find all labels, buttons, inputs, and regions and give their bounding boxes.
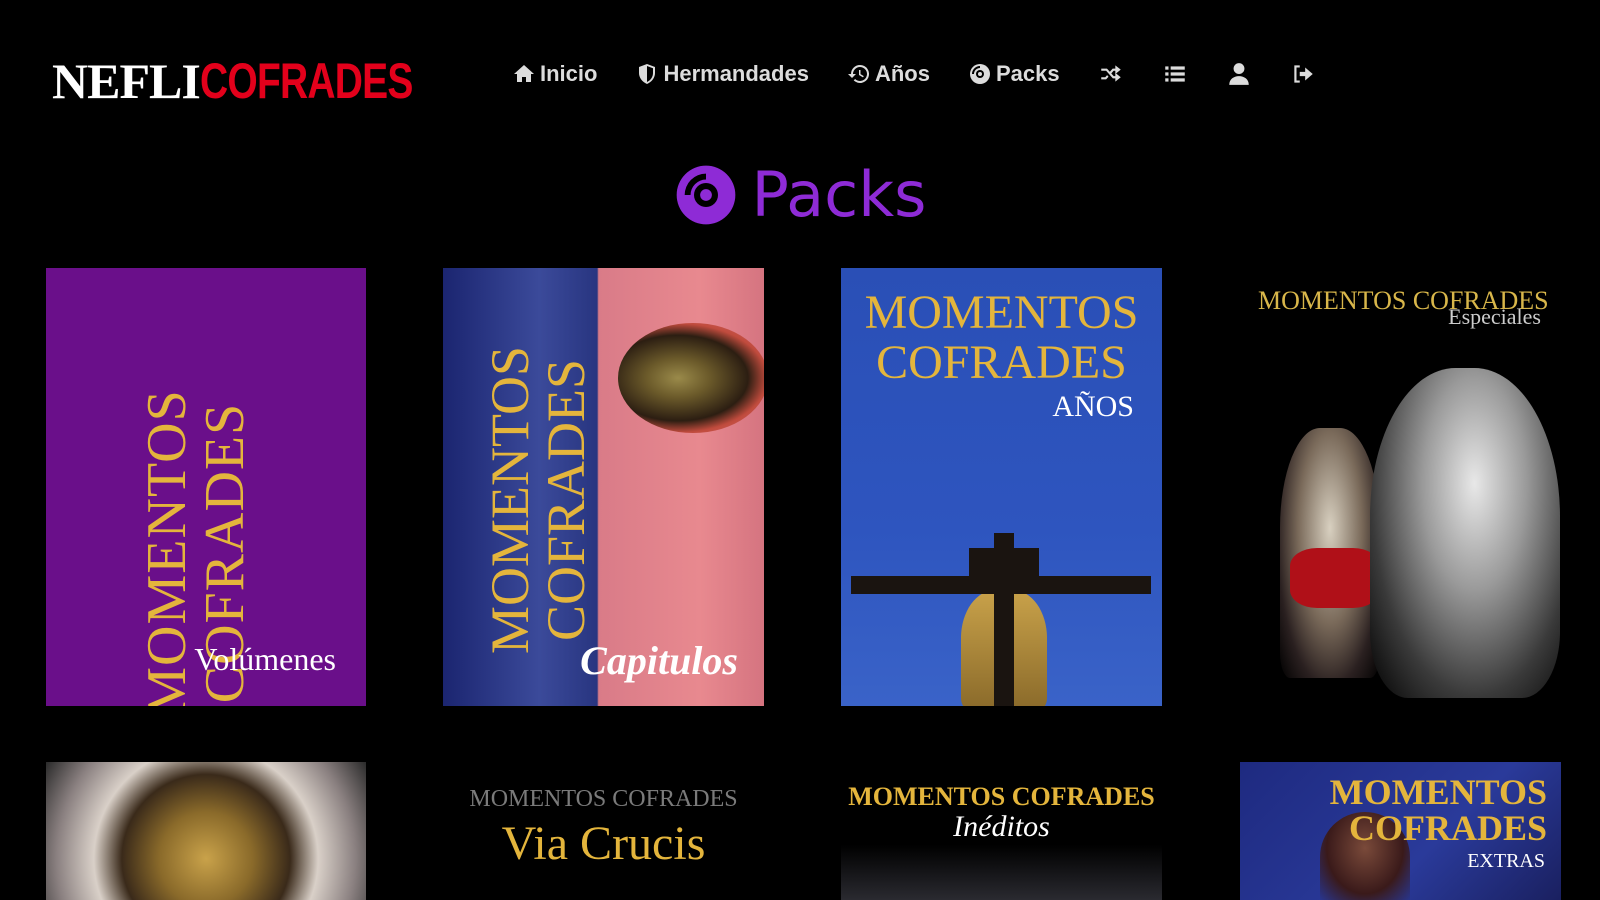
pack-card-title: MOMENTOS COFRADES bbox=[480, 345, 596, 655]
logout-icon bbox=[1293, 65, 1313, 83]
pack-card-title: MOMENTOS COFRADES bbox=[848, 782, 1155, 811]
list-button[interactable] bbox=[1162, 56, 1188, 92]
pack-card-anos[interactable]: MOMENTOS COFRADES AÑOS bbox=[841, 268, 1162, 706]
nav-item-packs[interactable]: Packs bbox=[968, 56, 1060, 92]
pack-card-capitulos[interactable]: MOMENTOS COFRADES Capitulos bbox=[443, 268, 764, 706]
nav-item-label: Hermandades bbox=[663, 61, 809, 86]
page-title: Packs bbox=[0, 158, 1600, 231]
shuffle-icon bbox=[1100, 65, 1121, 82]
user-button[interactable] bbox=[1226, 56, 1252, 92]
disc-icon bbox=[969, 64, 990, 84]
pack-card-especiales[interactable]: MOMENTOS COFRADES Especiales bbox=[1240, 268, 1561, 706]
pack-card-extras[interactable]: MOMENTOS COFRADES EXTRAS bbox=[1240, 762, 1561, 900]
brand-logo-part2: COFRADES bbox=[199, 53, 413, 109]
face-image bbox=[1370, 368, 1560, 698]
pack-card-volumenes[interactable]: MOMENTOS COFRADES Volúmenes bbox=[46, 268, 366, 706]
pack-card-title: MOMENTOS COFRADES bbox=[469, 786, 738, 812]
brand-logo-part1: NEFLI bbox=[52, 53, 201, 109]
logout-button[interactable] bbox=[1290, 56, 1316, 92]
nav-item-inicio[interactable]: Inicio bbox=[512, 56, 597, 92]
nav-item-label: Inicio bbox=[540, 61, 598, 86]
pack-card-subtitle: EXTRAS bbox=[1467, 850, 1545, 872]
page-title-text: Packs bbox=[751, 158, 927, 231]
pack-card-via-crucis[interactable]: MOMENTOS COFRADES Via Crucis bbox=[443, 762, 764, 900]
main-nav: Inicio Hermandades Años Packs bbox=[512, 56, 1354, 92]
brand-logo[interactable]: NEFLI COFRADES bbox=[52, 52, 472, 112]
nav-item-label: Packs bbox=[995, 61, 1060, 86]
nav-item-hermandades[interactable]: Hermandades bbox=[635, 56, 809, 92]
statue-image bbox=[1290, 548, 1380, 608]
pack-card-subtitle: Volúmenes bbox=[194, 641, 336, 677]
pack-card-image[interactable] bbox=[46, 762, 366, 900]
nav-item-anos[interactable]: Años bbox=[847, 56, 930, 92]
nav-item-label: Años bbox=[874, 61, 930, 86]
cross-image bbox=[851, 576, 1151, 594]
pack-card-title: MOMENTOS COFRADES bbox=[1329, 772, 1547, 848]
cross-image bbox=[969, 548, 1039, 576]
disc-icon bbox=[676, 165, 735, 224]
pack-card-subtitle: Especiales bbox=[1448, 304, 1541, 329]
list-icon bbox=[1164, 66, 1185, 82]
pack-card-subtitle: Via Crucis bbox=[501, 817, 706, 870]
history-icon bbox=[847, 64, 869, 83]
pack-card-subtitle: Inéditos bbox=[953, 810, 1050, 843]
shield-icon bbox=[639, 64, 656, 84]
pack-card-ineditos[interactable]: MOMENTOS COFRADES Inéditos bbox=[841, 762, 1162, 900]
shuffle-button[interactable] bbox=[1098, 56, 1124, 92]
user-icon bbox=[1228, 63, 1249, 85]
pack-card-subtitle: Capitulos bbox=[580, 638, 738, 683]
eye-image bbox=[618, 323, 764, 433]
home-icon bbox=[514, 65, 534, 82]
pack-card-subtitle: AÑOS bbox=[1052, 390, 1134, 423]
pack-card-title: MOMENTOS COFRADES bbox=[864, 286, 1139, 389]
